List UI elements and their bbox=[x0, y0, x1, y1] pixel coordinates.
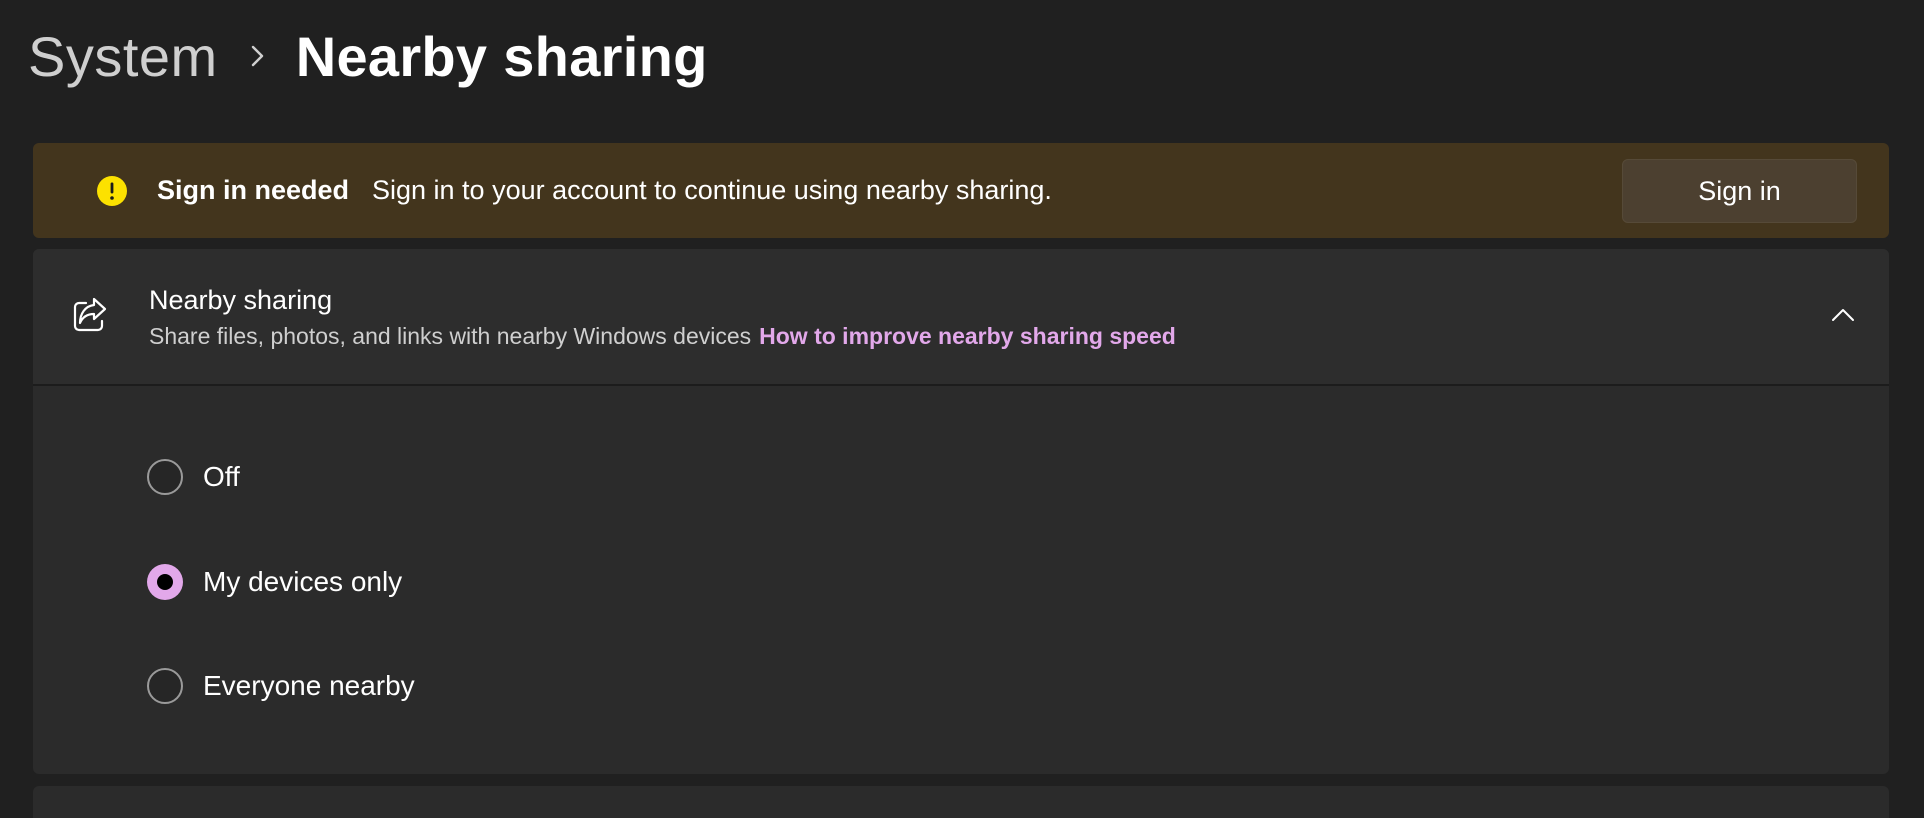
sign-in-button[interactable]: Sign in bbox=[1622, 159, 1857, 223]
nearby-sharing-description-text: Share files, photos, and links with near… bbox=[149, 323, 752, 349]
breadcrumb: System Nearby sharing bbox=[28, 18, 708, 94]
radio-option-my-devices-only[interactable]: My devices only bbox=[147, 560, 402, 604]
settings-page: System Nearby sharing Sign in needed Sig… bbox=[0, 0, 1924, 818]
radio-option-everyone-nearby[interactable]: Everyone nearby bbox=[147, 664, 415, 708]
breadcrumb-system-link[interactable]: System bbox=[28, 24, 218, 89]
radio-button-everyone-nearby[interactable] bbox=[147, 668, 183, 704]
improve-speed-link[interactable]: How to improve nearby sharing speed bbox=[759, 323, 1176, 349]
page-title: Nearby sharing bbox=[295, 24, 708, 88]
nearby-sharing-title: Nearby sharing bbox=[149, 285, 333, 315]
chevron-right-icon bbox=[248, 42, 268, 70]
radio-button-off[interactable] bbox=[147, 459, 183, 495]
banner-title: Sign in needed bbox=[157, 175, 350, 205]
radio-label-my-devices-only: My devices only bbox=[203, 566, 403, 597]
radio-label-off: Off bbox=[203, 461, 240, 492]
radio-button-my-devices-only[interactable] bbox=[147, 564, 183, 600]
nearby-sharing-header[interactable]: Nearby sharing Share files, photos, and … bbox=[33, 249, 1889, 384]
warning-icon bbox=[97, 176, 127, 206]
radio-label-everyone-nearby: Everyone nearby bbox=[203, 670, 415, 701]
next-settings-card[interactable] bbox=[33, 786, 1889, 818]
radio-option-off[interactable]: Off bbox=[147, 455, 240, 499]
sign-in-banner: Sign in needed Sign in to your account t… bbox=[33, 143, 1889, 238]
share-icon bbox=[73, 297, 107, 332]
nearby-sharing-card: Nearby sharing Share files, photos, and … bbox=[33, 249, 1889, 774]
card-divider bbox=[33, 384, 1889, 386]
chevron-up-icon[interactable] bbox=[1829, 301, 1857, 329]
banner-message: Sign in to your account to continue usin… bbox=[372, 175, 1052, 205]
nearby-sharing-description: Share files, photos, and links with near… bbox=[149, 323, 1176, 350]
